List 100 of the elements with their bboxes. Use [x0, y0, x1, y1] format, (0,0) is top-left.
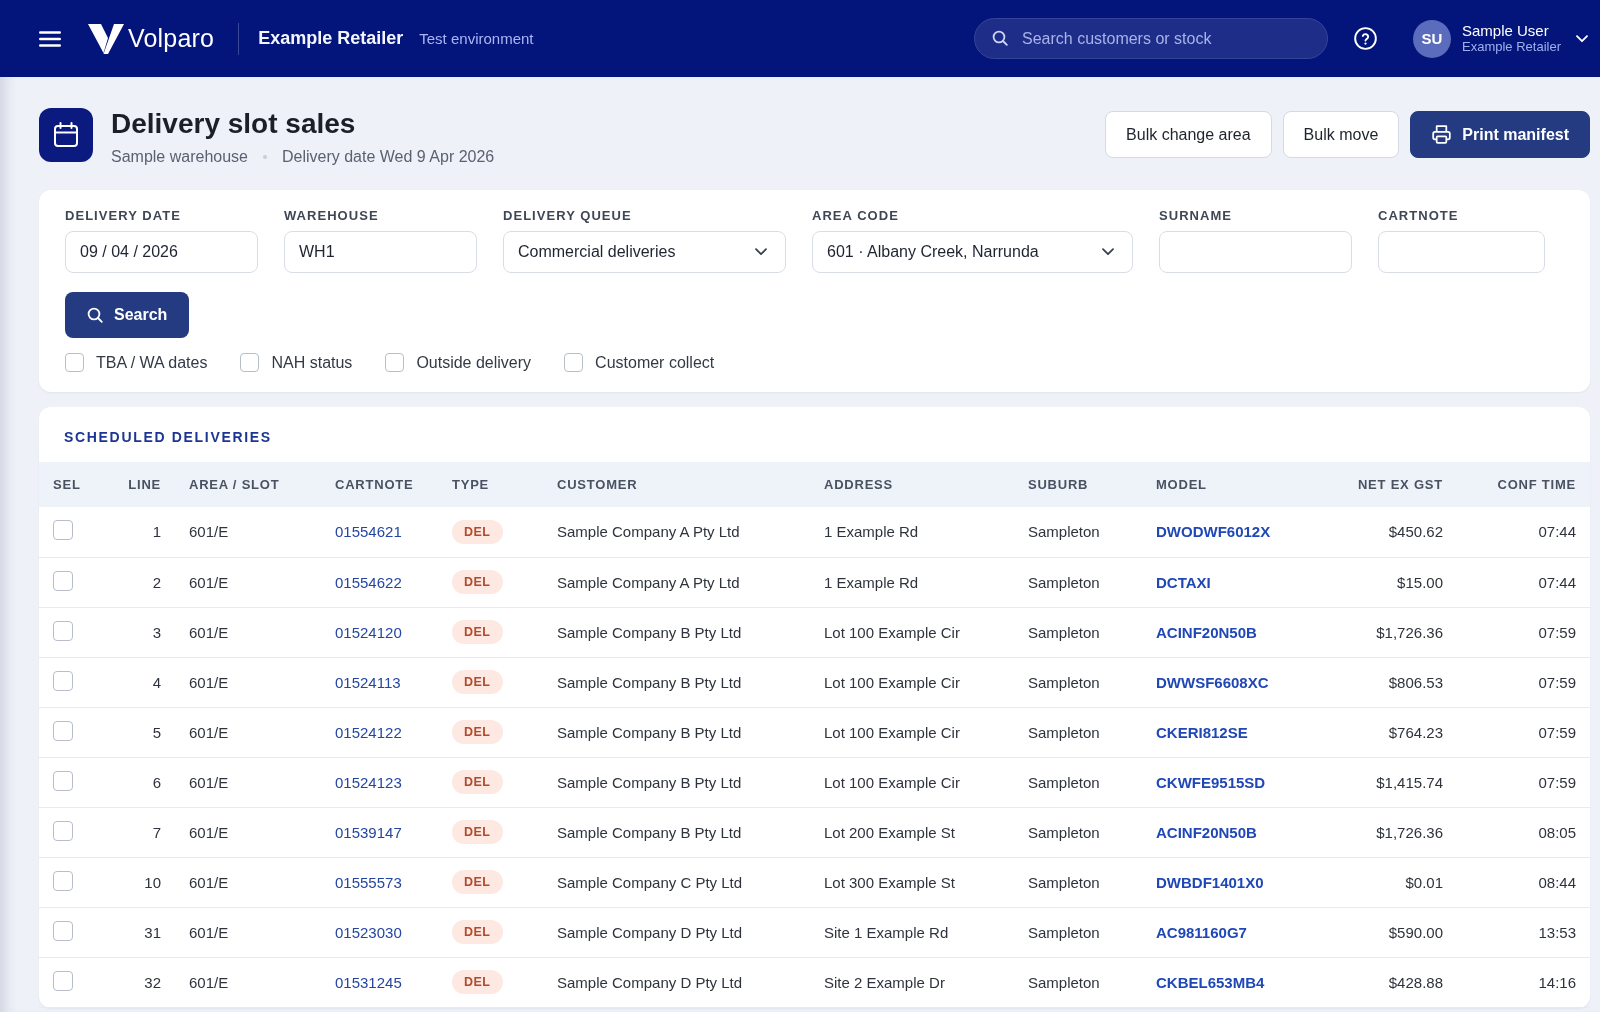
cartnote-link[interactable]: 01524122 — [335, 723, 402, 741]
help-icon[interactable] — [1354, 27, 1377, 50]
printer-icon — [1431, 124, 1453, 145]
menu-icon[interactable] — [39, 30, 61, 47]
line-number: 6 — [152, 773, 161, 791]
table-cell: $1,726.36 — [1376, 623, 1443, 641]
table-cell: Sample Company B Pty Ltd — [557, 723, 742, 741]
table-cell: Sampleton — [1028, 773, 1100, 791]
model-link[interactable]: CKERI812SE — [1156, 723, 1248, 741]
cartnote-link[interactable]: 01539147 — [335, 823, 402, 841]
model-link[interactable]: CKWFE9515SD — [1156, 773, 1266, 791]
cartnote-link[interactable]: 01531245 — [335, 973, 402, 991]
table-cell: 1 Example Rd — [824, 573, 919, 591]
line-number: 10 — [144, 873, 161, 891]
row-checkbox[interactable] — [53, 670, 73, 691]
table-cell: $590.00 — [1388, 923, 1443, 941]
checkbox[interactable] — [240, 353, 260, 372]
table-cell: Sample Company B Pty Ltd — [557, 773, 742, 791]
search-button[interactable]: Search — [65, 292, 190, 338]
model-link[interactable]: DWWSF6608XC — [1156, 673, 1269, 691]
checkbox[interactable] — [65, 353, 84, 372]
row-checkbox[interactable] — [53, 820, 73, 841]
table-cell: 08:05 — [1538, 823, 1576, 841]
warehouse-label: Sample warehouse — [111, 148, 248, 166]
checkbox[interactable] — [564, 353, 584, 372]
action-button[interactable]: Bulk move — [1282, 111, 1400, 158]
model-link[interactable]: CKBEL653MB4 — [1156, 973, 1265, 991]
cartnote-link[interactable]: 01554621 — [335, 523, 402, 541]
action-button[interactable]: Bulk change area — [1105, 111, 1272, 158]
field-label: SURNAME — [1159, 208, 1233, 224]
cartnote-link[interactable]: 01523030 — [335, 923, 402, 941]
table-cell: Lot 100 Example Cir — [824, 773, 960, 791]
row-checkbox[interactable] — [53, 870, 73, 891]
column-header: CUSTOMER — [557, 477, 638, 492]
cartnote-link[interactable]: 01524123 — [335, 773, 402, 791]
table-cell: Lot 100 Example Cir — [824, 673, 960, 691]
model-link[interactable]: AC981160G7 — [1156, 923, 1247, 941]
table-cell: 14:16 — [1538, 973, 1576, 991]
user-avatar[interactable]: SU — [1413, 19, 1451, 58]
caret-icon[interactable] — [1576, 34, 1588, 43]
row-checkbox[interactable] — [53, 720, 73, 741]
input-field[interactable]: 09 / 04 / 2026 — [65, 231, 258, 273]
table-cell: Site 1 Example Rd — [824, 923, 949, 941]
page-title: Delivery slot sales — [111, 108, 356, 140]
input-field[interactable] — [1378, 231, 1545, 273]
table-cell: 601/E — [189, 523, 229, 541]
model-link[interactable]: DWODWF6012X — [1156, 523, 1271, 541]
checkbox-label: TBA / WA dates — [96, 353, 208, 372]
checkbox-label: NAH status — [271, 353, 353, 372]
dropdown[interactable]: Commercial deliveries — [503, 231, 786, 273]
model-link[interactable]: ACINF20N50B — [1156, 623, 1257, 641]
table-cell: $764.23 — [1388, 723, 1443, 741]
column-header: AREA / SLOT — [189, 477, 280, 492]
environment-label: Test environment — [419, 30, 534, 47]
user-organisation: Example Retailer — [1462, 39, 1561, 55]
row-checkbox[interactable] — [53, 920, 73, 941]
search-icon — [87, 307, 103, 323]
table-cell: Sample Company C Pty Ltd — [557, 873, 743, 891]
checkbox[interactable] — [385, 353, 405, 372]
cartnote-link[interactable]: 01554622 — [335, 573, 402, 591]
table-cell: $1,415.74 — [1376, 773, 1443, 791]
row-checkbox[interactable] — [53, 970, 73, 991]
cartnote-link[interactable]: 01524113 — [335, 673, 401, 691]
table-cell: 601/E — [189, 773, 229, 791]
table-cell: Lot 100 Example Cir — [824, 623, 960, 641]
table-cell: $1,726.36 — [1376, 823, 1443, 841]
field-label: AREA CODE — [812, 208, 900, 224]
user-name: Sample User — [1462, 22, 1550, 40]
table-cell: 1 Example Rd — [824, 523, 919, 541]
column-header: CONF TIME — [1497, 477, 1576, 492]
row-checkbox[interactable] — [53, 770, 73, 791]
model-link[interactable]: ACINF20N50B — [1156, 823, 1257, 841]
table-cell: Sample Company B Pty Ltd — [557, 673, 742, 691]
column-header: SEL — [53, 477, 81, 492]
search-field[interactable]: Search customers or stock — [974, 18, 1328, 59]
checkbox-label: Outside delivery — [416, 353, 532, 372]
table-cell: Sample Company B Pty Ltd — [557, 823, 742, 841]
row-checkbox[interactable] — [53, 520, 73, 541]
line-number: 2 — [152, 573, 161, 591]
field-label: DELIVERY DATE — [65, 208, 182, 224]
chevron-icon — [1102, 248, 1114, 256]
table-cell: Sampleton — [1028, 823, 1100, 841]
table-cell: 601/E — [189, 923, 229, 941]
type-badge: DEL — [452, 570, 503, 594]
table-cell: 08:44 — [1538, 873, 1576, 891]
line-number: 32 — [144, 973, 161, 991]
model-link[interactable]: DCTAXI — [1156, 573, 1211, 591]
input-field[interactable]: WH1 — [284, 231, 477, 273]
column-header: MODEL — [1156, 477, 1207, 492]
column-header: TYPE — [452, 477, 490, 492]
table-cell: Sample Company D Pty Ltd — [557, 923, 743, 941]
model-link[interactable]: DWBDF1401X0 — [1156, 873, 1264, 891]
row-checkbox[interactable] — [53, 570, 73, 591]
input-field[interactable] — [1159, 231, 1352, 273]
action-button[interactable]: Print manifest — [1410, 111, 1590, 158]
dropdown[interactable]: 601 · Albany Creek, Narrunda — [812, 231, 1133, 273]
table-cell: Site 2 Example Dr — [824, 973, 945, 991]
cartnote-link[interactable]: 01524120 — [335, 623, 402, 641]
row-checkbox[interactable] — [53, 620, 73, 641]
cartnote-link[interactable]: 01555573 — [335, 873, 402, 891]
